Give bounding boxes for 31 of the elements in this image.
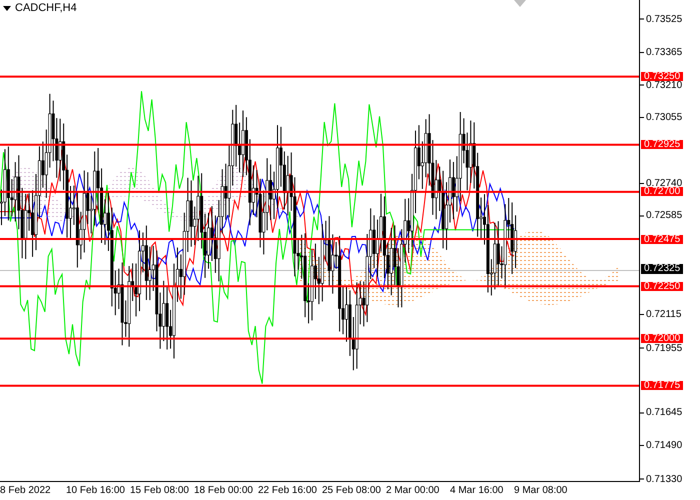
time-axis-label: 25 Feb 08:00 <box>322 485 381 496</box>
time-axis-label: 22 Feb 16:00 <box>258 485 317 496</box>
current-price-label: 0.72325 <box>641 264 684 274</box>
time-axis-label: 10 Feb 16:00 <box>66 485 125 496</box>
price-tick-label: 0.73055 <box>646 112 682 122</box>
dropdown-triangle-icon[interactable] <box>3 6 11 10</box>
price-tick-label: 0.72740 <box>646 179 682 188</box>
level-price-label: 0.73250 <box>641 72 684 82</box>
level-price-label: 0.72000 <box>641 334 684 344</box>
time-axis-label: 15 Feb 08:00 <box>130 485 189 496</box>
price-tick-label: 0.71330 <box>646 474 682 484</box>
price-tick-label: 0.71490 <box>646 440 682 450</box>
time-axis-label: 8 Feb 2022 <box>0 485 51 496</box>
chart-symbol-label: CADCHF,H4 <box>15 2 77 14</box>
shift-marker-icon[interactable] <box>514 0 526 8</box>
price-tick-label: 0.73365 <box>646 48 682 58</box>
price-tick-label: 0.71955 <box>646 344 682 353</box>
level-price-label: 0.72925 <box>641 140 684 150</box>
price-tick-label: 0.72585 <box>646 211 682 220</box>
time-axis-label: 2 Mar 00:00 <box>386 485 440 496</box>
level-price-label: 0.71775 <box>641 381 684 390</box>
level-price-label: 0.72700 <box>641 187 684 196</box>
price-tick-label: 0.72115 <box>646 310 682 319</box>
price-tick-label: 0.73210 <box>646 80 682 90</box>
time-axis-label: 9 Mar 08:00 <box>514 485 568 496</box>
time-axis-label: 18 Feb 00:00 <box>194 485 253 496</box>
level-price-label: 0.72475 <box>641 234 684 244</box>
level-price-label: 0.72250 <box>641 282 684 291</box>
price-tick-label: 0.71645 <box>646 408 682 418</box>
price-tick-label: 0.73525 <box>646 14 682 24</box>
time-axis-label: 4 Mar 16:00 <box>450 485 504 496</box>
